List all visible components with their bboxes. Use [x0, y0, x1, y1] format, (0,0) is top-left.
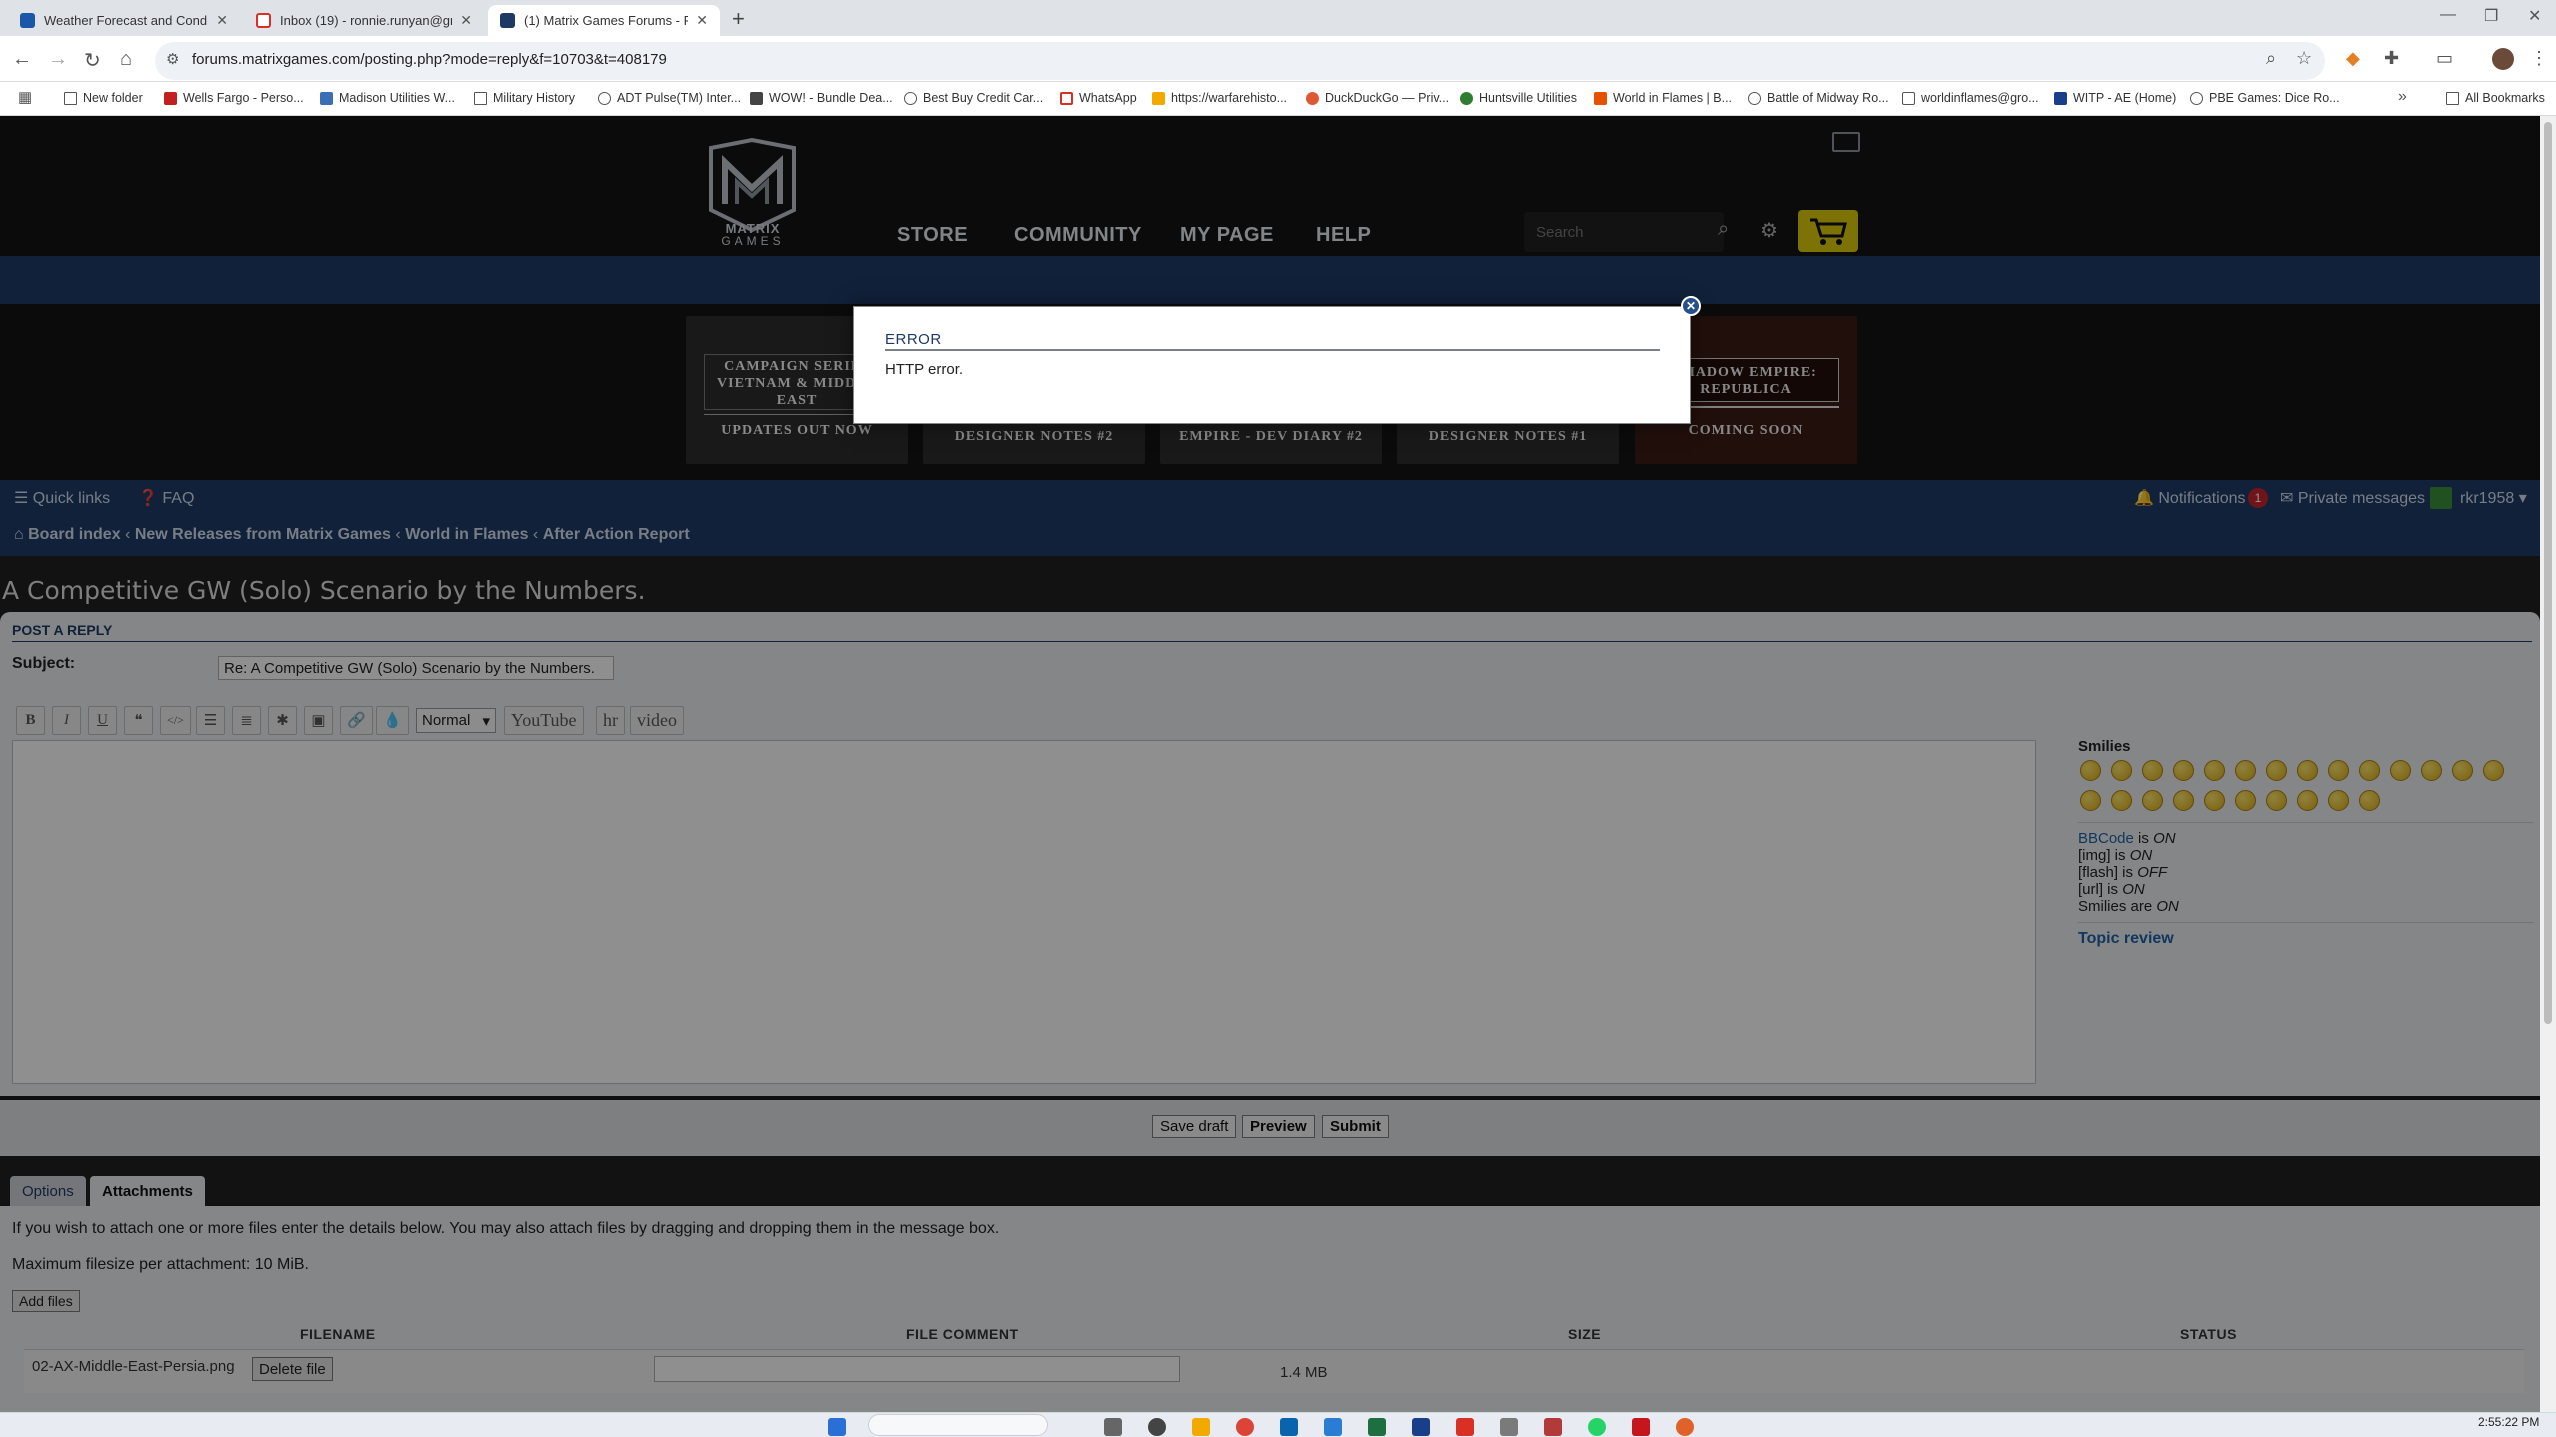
new-tab-icon[interactable]: + [732, 6, 745, 32]
back-icon[interactable]: ← [12, 48, 32, 71]
bookmark-item[interactable]: WOW! - Bundle Dea... [750, 91, 893, 105]
bookmark-item[interactable]: WITP - AE (Home) [2054, 91, 2176, 105]
error-dialog-divider [885, 349, 1660, 351]
globe-icon [1748, 91, 1761, 105]
gmail-icon [1060, 91, 1073, 105]
error-dialog-message: HTTP error. [885, 361, 964, 378]
extension-icon[interactable]: ◆ [2346, 48, 2360, 69]
bookmark-item[interactable]: World in Flames | B... [1594, 91, 1732, 105]
error-dialog [853, 306, 1691, 424]
minimize-icon[interactable]: — [2440, 6, 2456, 24]
all-bookmarks[interactable]: All Bookmarks [2446, 91, 2545, 105]
scrollbar-thumb[interactable] [2544, 122, 2552, 1024]
bookmark-item[interactable]: Wells Fargo - Perso... [164, 91, 304, 105]
taskbar-clock[interactable]: 2:55:22 PM [2478, 1415, 2539, 1429]
flames-icon [1594, 91, 1607, 105]
forward-icon[interactable]: → [48, 48, 68, 71]
close-tab-icon[interactable]: ✕ [460, 12, 472, 29]
wells-fargo-icon [164, 91, 177, 105]
globe-icon [904, 91, 917, 105]
close-tab-icon[interactable]: ✕ [696, 12, 708, 29]
word-icon[interactable] [1412, 1418, 1430, 1436]
start-icon[interactable] [828, 1418, 846, 1436]
bookmark-item[interactable]: Battle of Midway Ro... [1748, 91, 1889, 105]
bookmark-item[interactable]: New folder [64, 91, 143, 105]
browser-menu-icon[interactable]: ⋮ [2530, 48, 2548, 69]
sidebar-icon[interactable]: ▭ [2436, 48, 2453, 69]
app-icon[interactable] [1676, 1418, 1694, 1436]
extensions-puzzle-icon[interactable]: ✚ [2384, 48, 2399, 69]
task-view-icon[interactable] [1104, 1418, 1122, 1436]
more-bookmarks-icon[interactable]: » [2398, 88, 2407, 106]
bookmark-item[interactable]: DuckDuckGo — Priv... [1306, 91, 1449, 105]
matrix-favicon-icon [500, 13, 515, 28]
bookmark-item[interactable]: Military History [474, 91, 575, 105]
globe-icon [598, 91, 611, 105]
bookmark-item[interactable]: ADT Pulse(TM) Inter... [598, 91, 741, 105]
close-tab-icon[interactable]: ✕ [216, 12, 228, 29]
chrome-icon[interactable] [1236, 1418, 1254, 1436]
store-icon[interactable] [1324, 1418, 1342, 1436]
folder-icon [474, 91, 487, 105]
error-dialog-title: ERROR [885, 331, 942, 348]
wow-icon [750, 91, 763, 105]
url-text[interactable]: forums.matrixgames.com/posting.php?mode=… [192, 51, 667, 68]
mail-app-icon[interactable] [1456, 1418, 1474, 1436]
bookmark-star-icon[interactable]: ☆ [2296, 48, 2312, 69]
excel-icon[interactable] [1368, 1418, 1386, 1436]
bookmark-item[interactable]: Huntsville Utilities [1460, 91, 1577, 105]
app-icon[interactable] [1632, 1418, 1650, 1436]
huntsville-icon [1460, 91, 1473, 105]
bookmark-item[interactable]: Best Buy Credit Car... [904, 91, 1043, 105]
acrobat-icon[interactable] [1544, 1418, 1562, 1436]
bookmark-item[interactable]: https://warfarehisto... [1152, 91, 1287, 105]
restore-icon[interactable]: ❐ [2484, 6, 2498, 26]
reload-icon[interactable]: ↻ [84, 48, 101, 73]
mail-icon [1902, 91, 1915, 105]
utility-icon [320, 91, 333, 105]
profile-avatar[interactable] [2492, 48, 2514, 70]
outlook-icon[interactable] [1280, 1418, 1298, 1436]
os-taskbar [0, 1412, 2556, 1437]
witp-icon [2054, 91, 2067, 105]
bookmark-item[interactable]: PBE Games: Dice Ro... [2190, 91, 2340, 105]
browser-tab-inbox[interactable]: Inbox (19) - ronnie.runyan@gr ✕ [244, 5, 484, 36]
gmail-favicon-icon [256, 13, 271, 28]
close-window-icon[interactable]: ✕ [2528, 6, 2541, 26]
duckduckgo-icon [1306, 91, 1319, 105]
windows-squares-icon [1152, 91, 1165, 105]
weather-favicon-icon [20, 13, 35, 28]
bookmark-item[interactable]: WhatsApp [1060, 91, 1137, 105]
browser-tab-weather[interactable]: Weather Forecast and Conditio ✕ [8, 5, 240, 36]
browser-tab-matrix-forums[interactable]: (1) Matrix Games Forums - Pos ✕ [488, 5, 720, 36]
widgets-icon[interactable] [1148, 1418, 1166, 1436]
close-dialog-icon[interactable]: ✕ [1681, 296, 1701, 316]
zoom-icon[interactable]: ⌕ [2266, 48, 2276, 69]
globe-icon [2190, 91, 2203, 105]
folder-icon [64, 91, 77, 105]
file-explorer-icon[interactable] [1192, 1418, 1210, 1436]
whatsapp-icon[interactable] [1588, 1418, 1606, 1436]
bookmark-item[interactable]: worldinflames@gro... [1902, 91, 2039, 105]
notepad-icon[interactable] [1500, 1418, 1518, 1436]
home-icon[interactable]: ⌂ [120, 48, 132, 71]
bookmark-item[interactable]: Madison Utilities W... [320, 91, 455, 105]
folder-icon [2446, 91, 2459, 105]
taskbar-search-input[interactable] [868, 1414, 1048, 1436]
site-info-icon[interactable]: ⚙ [166, 50, 179, 68]
apps-grid-icon[interactable]: ▦ [18, 88, 32, 106]
